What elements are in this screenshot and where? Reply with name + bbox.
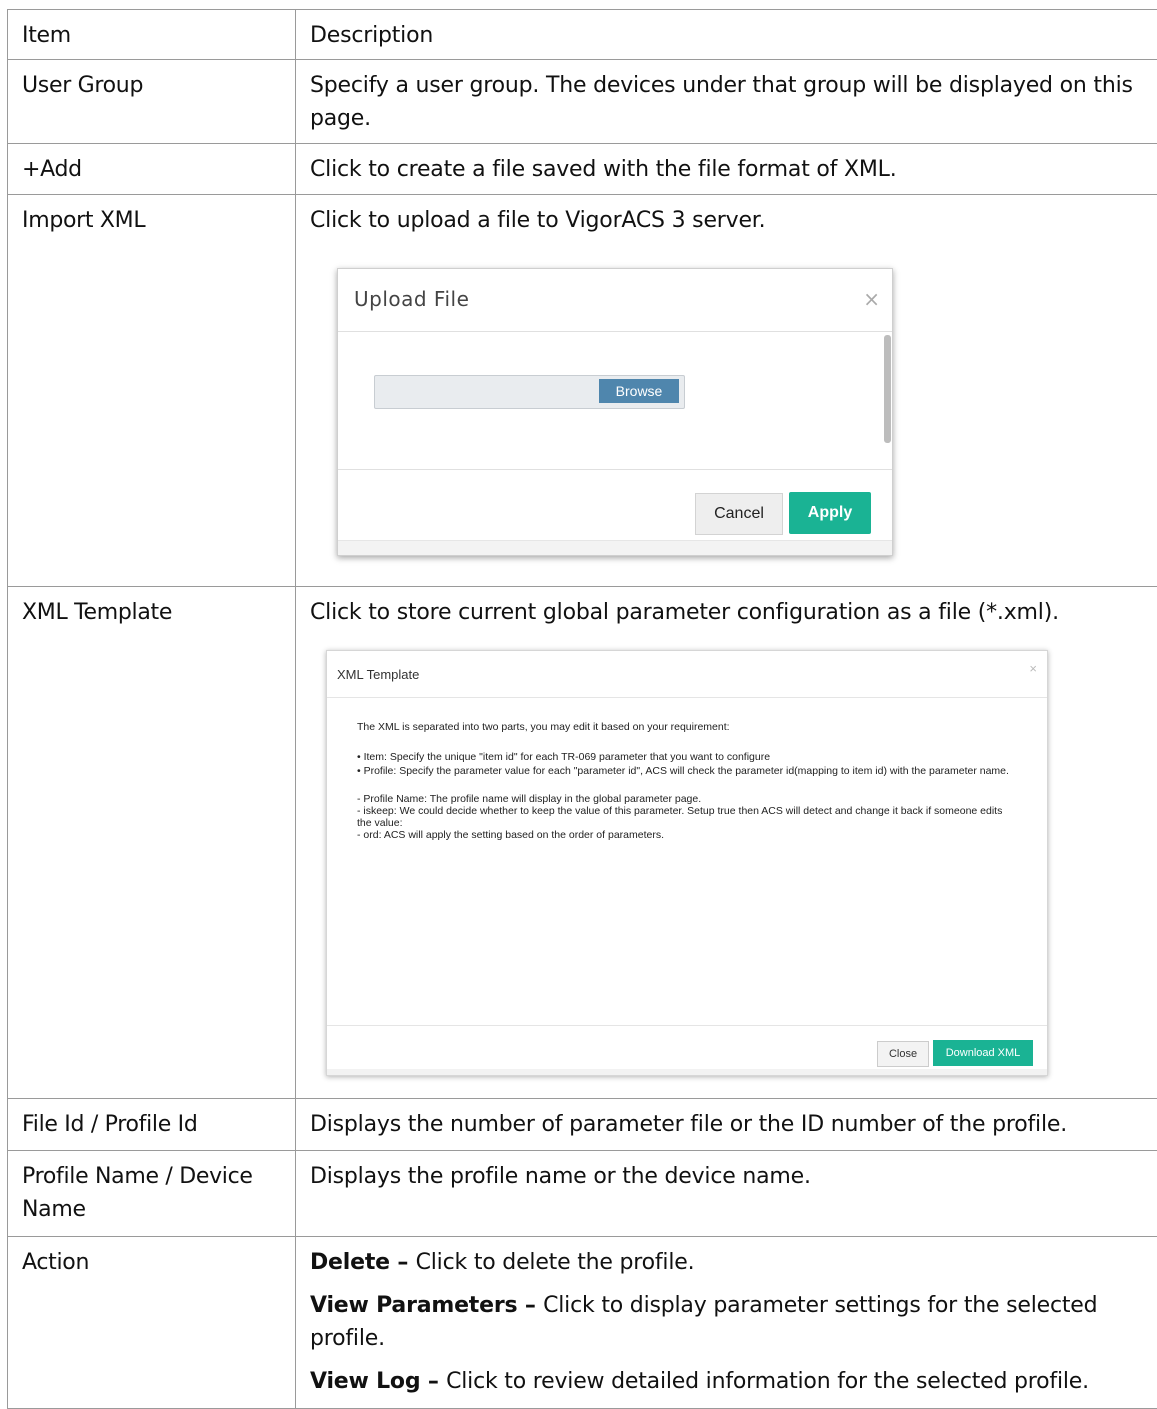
row-desc: Specify a user group. The devices under … (296, 60, 1157, 135)
close-button[interactable]: Close (877, 1041, 929, 1067)
cancel-button[interactable]: Cancel (695, 493, 783, 535)
table-row: Profile Name / Device Name Displays the … (8, 1151, 1157, 1237)
table-row: User Group Specify a user group. The dev… (8, 60, 1157, 144)
row-item: User Group (8, 60, 295, 102)
row-desc: Displays the profile name or the device … (296, 1151, 1157, 1193)
note-profile-name: - Profile Name: The profile name will di… (357, 793, 1017, 805)
action-view-log: View Log – Click to review detailed info… (310, 1365, 1144, 1398)
table-header-row: Item Description (8, 10, 1157, 60)
dialog-footer-bar (338, 540, 892, 555)
table-row: Action Delete – Click to delete the prof… (8, 1237, 1157, 1409)
row-item: File Id / Profile Id (8, 1099, 295, 1141)
bullet-profile: • Profile: Specify the parameter value f… (357, 765, 1017, 777)
action-list: Delete – Click to delete the profile. Vi… (296, 1237, 1157, 1398)
scrollbar[interactable] (884, 335, 891, 443)
intro-text: The XML is separated into two parts, you… (357, 721, 1017, 733)
row-desc: Click to store current global parameter … (296, 587, 1157, 629)
apply-button[interactable]: Apply (789, 492, 871, 534)
action-view-parameters: View Parameters – Click to display param… (310, 1289, 1144, 1355)
table-row: +Add Click to create a file saved with t… (8, 144, 1157, 195)
divider (338, 331, 892, 332)
action-term: View Parameters (310, 1293, 517, 1318)
row-item: Profile Name / Device Name (8, 1151, 295, 1226)
row-desc: Click to create a file saved with the fi… (296, 144, 1157, 186)
browse-button[interactable]: Browse (599, 379, 679, 403)
xml-template-dialog: XML Template × The XML is separated into… (326, 650, 1048, 1076)
row-item: Import XML (8, 195, 295, 237)
file-input[interactable]: Browse (374, 375, 685, 409)
note-iskeep: - iskeep: We could decide whether to kee… (357, 805, 1017, 829)
close-icon[interactable]: × (863, 287, 880, 311)
action-delete: Delete – Click to delete the profile. (310, 1246, 1144, 1279)
dialog-title: Upload File (354, 287, 469, 311)
divider (327, 1025, 1047, 1026)
row-item: Action (8, 1237, 295, 1279)
action-term: Delete (310, 1250, 390, 1275)
table-row: File Id / Profile Id Displays the number… (8, 1099, 1157, 1151)
divider (327, 697, 1047, 698)
row-desc: Click to upload a file to VigorACS 3 ser… (296, 195, 1157, 237)
divider (338, 469, 892, 470)
row-item: +Add (8, 144, 295, 186)
download-xml-button[interactable]: Download XML (933, 1040, 1033, 1066)
row-desc: Displays the number of parameter file or… (296, 1099, 1157, 1141)
close-icon[interactable]: × (1029, 661, 1037, 676)
upload-file-dialog: Upload File × Browse Cancel Apply (337, 268, 893, 556)
row-item: XML Template (8, 587, 295, 629)
header-item: Item (8, 10, 295, 52)
note-ord: - ord: ACS will apply the setting based … (357, 829, 1017, 841)
bullet-item: • Item: Specify the unique "item id" for… (357, 751, 1017, 763)
dialog-body: The XML is separated into two parts, you… (357, 721, 1017, 841)
header-description: Description (296, 10, 1157, 52)
action-term: View Log (310, 1369, 420, 1394)
dialog-title: XML Template (337, 667, 419, 682)
dialog-footer-bar (327, 1069, 1047, 1075)
